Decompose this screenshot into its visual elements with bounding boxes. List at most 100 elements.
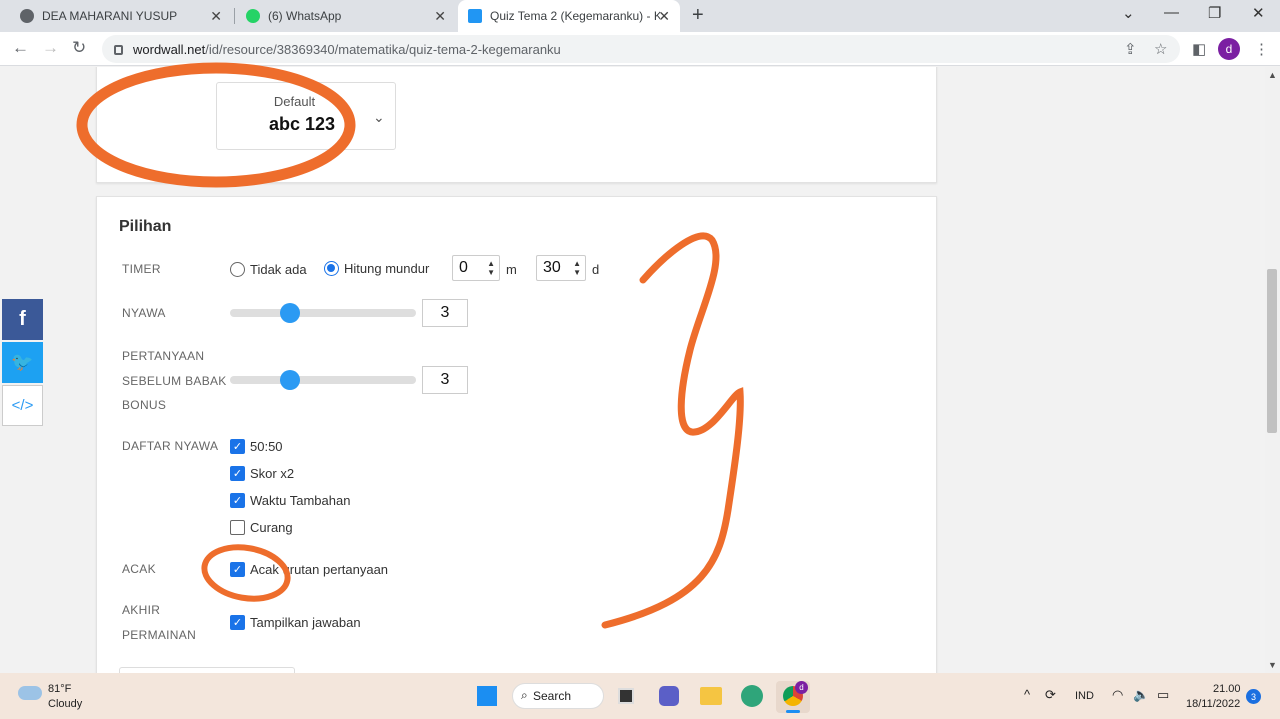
onedrive-sync-icon[interactable]: ⟳ [1045,687,1056,703]
lives-slider-thumb[interactable] [279,303,300,323]
lives-slider[interactable] [230,309,416,317]
forward-icon[interactable]: → [42,38,59,58]
side-panel-icon[interactable]: ◧ [1192,40,1206,58]
timer-label: TIMER [122,262,161,276]
seconds-stepper[interactable]: 30 ▲ ▼ [536,255,586,281]
search-icon: ⌕ [521,688,528,702]
checkbox-checked[interactable]: ✓ [230,493,245,508]
stepper-arrows-icon[interactable]: ▲ ▼ [573,259,581,277]
clock-time[interactable]: 21.00 [1213,683,1241,695]
battery-icon[interactable]: ▭ [1157,687,1169,703]
clock-date[interactable]: 18/11/2022 [1186,698,1240,710]
tab-whatsapp[interactable]: (6) WhatsApp ✕ [236,0,456,32]
bonus-label-line3: BONUS [122,398,167,412]
checkbox-checked[interactable]: ✓ [230,615,245,630]
chevron-down-icon: ⌄ [373,109,385,125]
tab-dea[interactable]: DEA MAHARANI YUSUP ✕ [10,0,232,32]
timer-none-option[interactable]: Tidak ada [230,262,307,277]
cloud-icon[interactable] [18,686,42,700]
show-answers-option[interactable]: ✓ Tampilkan jawaban [230,615,361,630]
embed-button[interactable]: </> [2,385,43,426]
menu-kebab-icon[interactable]: ⋮ [1254,40,1269,58]
taskbar-search[interactable]: ⌕ Search [512,683,604,709]
timer-countdown-option[interactable]: Hitung mundur [324,261,429,276]
show-answers-text: Tampilkan jawaban [250,615,361,630]
shuffle-option[interactable]: ✓ Acak urutan pertanyaan [230,562,388,577]
profile-avatar[interactable]: d [1218,38,1240,60]
radio-none[interactable] [230,262,245,277]
weather-temp[interactable]: 81°F [48,683,71,695]
minutes-stepper[interactable]: 0 ▲ ▼ [452,255,500,281]
checkbox-checked[interactable]: ✓ [230,439,245,454]
browser-toolbar: ← → ↻ wordwall.net/id/resource/38369340/… [0,32,1280,66]
powerup-5050[interactable]: ✓ 50:50 [230,439,283,454]
windows-taskbar: 81°F Cloudy ⌕ Search d ^ ⟳ IND ◠ 🔈 ▭ 21.… [0,673,1280,719]
twitter-icon: 🐦 [11,352,34,372]
powerup-skor[interactable]: ✓ Skor x2 [230,466,294,481]
stepper-arrows-icon[interactable]: ▲ ▼ [487,259,495,277]
tab-quiz[interactable]: Quiz Tema 2 (Kegemaranku) - Ku ✕ [458,0,680,32]
tab-search-icon[interactable]: ⌄ [1122,4,1135,22]
minimize-icon[interactable]: — [1164,4,1179,21]
tab-title: (6) WhatsApp [268,9,342,23]
file-explorer-icon[interactable] [700,687,722,705]
bonus-label: PERTANYAAN SEBELUM BABAK BONUS [122,344,227,418]
bonus-value[interactable]: 3 [422,366,468,394]
tab-separator [234,8,235,24]
language-indicator[interactable]: IND [1075,690,1094,702]
tab-strip: DEA MAHARANI YUSUP ✕ (6) WhatsApp ✕ Quiz… [0,0,1280,32]
new-tab-button[interactable]: + [692,4,704,27]
options-title: Pilihan [119,218,172,235]
url-path: /id/resource/38369340/matematika/quiz-te… [205,41,561,57]
windows-start-icon[interactable] [477,686,497,706]
back-icon[interactable]: ← [12,38,29,58]
scroll-down-icon[interactable]: ▼ [1268,660,1277,670]
font-selector[interactable]: Default abc 123 ⌄ [216,82,396,150]
facebook-icon: f [19,308,26,330]
powerup-waktu[interactable]: ✓ Waktu Tambahan [230,493,350,508]
bonus-slider-thumb[interactable] [279,370,300,390]
wifi-icon[interactable]: ◠ [1112,687,1123,703]
checkbox-checked[interactable]: ✓ [230,562,245,577]
chrome-taskbar-button[interactable]: d [776,681,810,713]
options-card: Pilihan TIMER Tidak ada Hitung mundur 0 … [96,196,937,673]
lives-value[interactable]: 3 [422,299,468,327]
powerup-label: Waktu Tambahan [250,493,351,508]
weather-desc[interactable]: Cloudy [48,698,82,710]
end-game-label-line1: AKHIR [122,603,161,617]
close-tab-icon[interactable]: ✕ [210,8,222,25]
share-icon[interactable]: ⇪ [1124,40,1137,58]
close-window-icon[interactable]: ✕ [1252,4,1265,22]
timer-countdown-label: Hitung mundur [344,261,430,276]
checkbox-checked[interactable]: ✓ [230,466,245,481]
bonus-slider[interactable] [230,376,416,384]
scroll-thumb[interactable] [1267,269,1277,433]
end-game-label: AKHIR PERMAINAN [122,598,196,647]
chevron-up-icon[interactable]: ^ [1024,687,1030,702]
task-view-icon[interactable] [618,688,634,704]
minutes-unit: m [506,262,517,277]
close-tab-icon[interactable]: ✕ [434,8,446,25]
checkbox-unchecked[interactable] [230,520,245,535]
reload-icon[interactable]: ↻ [72,38,86,58]
volume-icon[interactable]: 🔈 [1133,687,1149,703]
close-tab-icon[interactable]: ✕ [658,8,670,25]
scroll-up-icon[interactable]: ▲ [1268,70,1277,80]
restore-icon[interactable]: ❐ [1208,4,1221,22]
end-game-label-line2: PERMAINAN [122,627,197,642]
page-viewport: Default abc 123 ⌄ Pilihan TIMER Tidak ad… [0,67,1265,673]
minutes-value: 0 [459,259,468,276]
page-scrollbar[interactable]: ▲ ▼ [1265,67,1280,673]
address-bar[interactable]: wordwall.net/id/resource/38369340/matema… [102,35,1180,63]
notification-badge[interactable]: 3 [1246,689,1261,704]
bookmark-star-icon[interactable]: ☆ [1154,40,1167,58]
lives-label: NYAWA [122,306,166,320]
radio-countdown[interactable] [324,261,339,276]
font-selector-label: Default [273,94,316,109]
edge-icon[interactable] [741,685,763,707]
powerup-curang[interactable]: Curang [230,520,293,535]
facebook-share-button[interactable]: f [2,299,43,340]
twitter-share-button[interactable]: 🐦 [2,342,43,383]
seconds-unit: d [592,262,600,277]
teams-icon[interactable] [659,686,679,706]
